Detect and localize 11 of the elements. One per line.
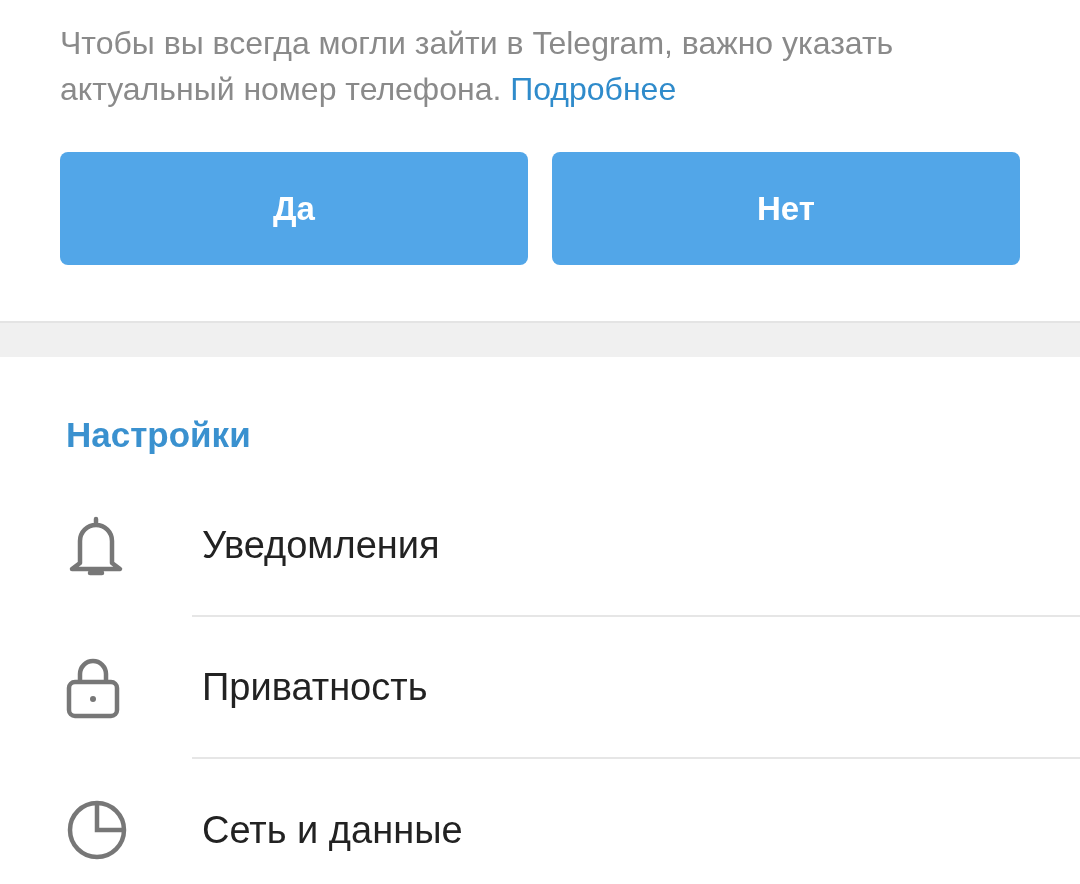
settings-item[interactable]: Уведомления	[0, 475, 1080, 617]
settings-item[interactable]: Сеть и данные	[0, 759, 1080, 884]
settings-label: Уведомления	[201, 523, 440, 567]
pie-chart-icon	[66, 799, 128, 861]
section-title: Настройки	[65, 415, 252, 456]
settings-item[interactable]: Приватность	[0, 617, 1080, 759]
lock-icon	[66, 656, 120, 720]
settings-label: Приватность	[201, 665, 428, 709]
notice-text: Чтобы вы всегда могли зайти в Telegram, важно указать актуальный номер телефона. Подробнее	[60, 24, 895, 109]
more-link[interactable]: Подробнее	[510, 71, 677, 107]
settings-label: Сеть и данные	[201, 808, 463, 852]
